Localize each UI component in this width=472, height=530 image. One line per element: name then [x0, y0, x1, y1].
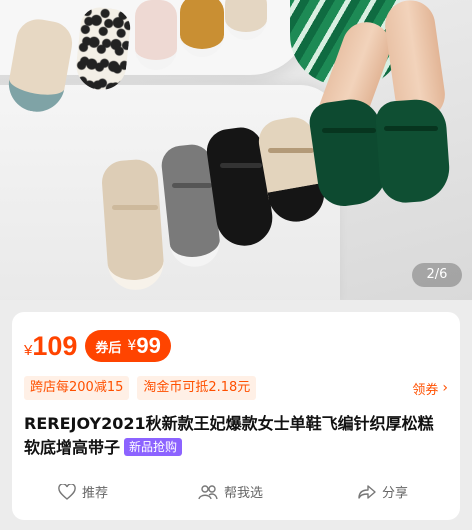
shoe-strap — [322, 128, 376, 133]
chevron-right-icon: › — [442, 380, 448, 396]
shoe-pink — [135, 0, 177, 70]
product-image[interactable]: 2/6 — [0, 0, 472, 300]
price-row: ¥109 券后 ¥ 99 — [24, 328, 171, 364]
promo-tag-coins[interactable]: 淘金币可抵2.18元 — [137, 376, 257, 400]
coupon-price-value: 99 — [136, 333, 161, 358]
new-arrival-badge[interactable]: 新品抢购 — [124, 438, 183, 456]
promo-tag-discount[interactable]: 跨店每200减15 — [24, 376, 130, 400]
get-coupon-link[interactable]: 领券 › — [412, 379, 448, 398]
heart-icon — [58, 483, 76, 500]
shoe-leopard — [73, 5, 133, 93]
current-price: ¥109 — [24, 331, 77, 362]
recommend-label: 推荐 — [82, 486, 109, 501]
shoe-strap — [172, 183, 212, 188]
image-counter: 2/6 — [412, 263, 462, 287]
product-title: REREJOY2021秋新款王妃爆款女士单鞋飞编针织厚松糕软底增高带子 新品抢购 — [24, 412, 448, 460]
shoe-tan — [225, 0, 267, 40]
share-label: 分享 — [382, 486, 409, 501]
shoe-strap — [384, 126, 438, 131]
help-choose-label: 帮我选 — [224, 486, 264, 501]
shoe-mustard — [180, 0, 224, 57]
coupon-price-label: 券后 — [95, 340, 122, 356]
people-icon — [198, 484, 218, 499]
shoe-strap — [220, 163, 262, 168]
product-info-card: ¥109 券后 ¥ 99 跨店每200减15 淘金币可抵2.18元 领券 › R… — [12, 312, 460, 520]
shoe-green-worn — [374, 97, 452, 205]
product-title-text: REREJOY2021秋新款王妃爆款女士单鞋飞编针织厚松糕软底增高带子 — [24, 414, 434, 457]
price-value: 109 — [32, 330, 78, 361]
promo-row: 跨店每200减15 淘金币可抵2.18元 领券 › — [24, 376, 448, 400]
coupon-currency: ¥ — [127, 338, 137, 354]
coupon-price-badge[interactable]: 券后 ¥ 99 — [85, 330, 171, 362]
share-icon — [358, 484, 376, 499]
shoe-strap — [112, 205, 158, 210]
action-bar: 推荐 帮我选 分享 — [12, 482, 460, 510]
shoe-strap — [268, 148, 314, 153]
shoe-beige — [100, 158, 166, 292]
get-coupon-label: 领券 — [412, 382, 439, 398]
share-button[interactable]: 分享 — [358, 482, 408, 501]
recommend-button[interactable]: 推荐 — [58, 482, 108, 501]
help-choose-button[interactable]: 帮我选 — [198, 482, 263, 501]
